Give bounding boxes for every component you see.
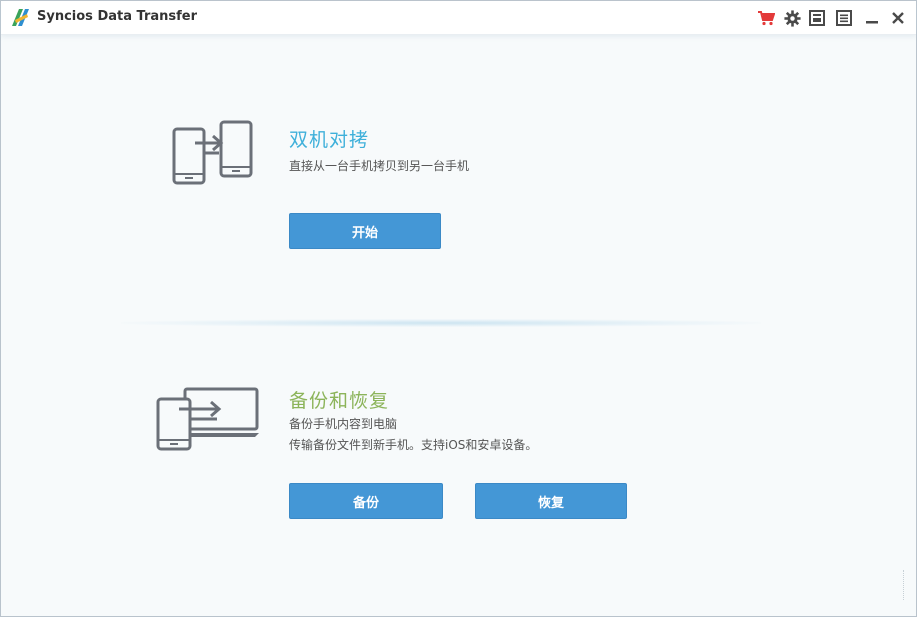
backup-description-line2: 传输备份文件到新手机。支持iOS和安卓设备。 (289, 438, 538, 452)
gear-icon[interactable] (783, 9, 801, 27)
title-bar[interactable]: Syncios Data Transfer (1, 1, 916, 35)
resize-grip[interactable] (902, 570, 904, 600)
cart-icon[interactable] (757, 9, 775, 27)
section-divider (121, 319, 761, 327)
phone-to-computer-icon (156, 387, 259, 451)
register-icon[interactable] (808, 9, 826, 27)
syncios-logo-icon (12, 9, 29, 26)
transfer-title: 双机对拷 (289, 129, 370, 151)
backup-description-line1: 备份手机内容到电脑 (289, 417, 398, 431)
app-title: Syncios Data Transfer (37, 9, 198, 24)
start-button[interactable]: 开始 (289, 213, 441, 249)
app-window: Syncios Data Transfer 双机对拷 直接从一台手机拷贝到另一台… (0, 0, 917, 617)
phone-to-phone-icon (172, 120, 253, 185)
close-icon[interactable] (889, 9, 907, 27)
restore-button[interactable]: 恢复 (475, 483, 627, 519)
minimize-icon[interactable] (863, 9, 881, 27)
backup-button[interactable]: 备份 (289, 483, 443, 519)
transfer-description: 直接从一台手机拷贝到另一台手机 (289, 159, 470, 173)
menu-icon[interactable] (835, 9, 853, 27)
backup-title: 备份和恢复 (289, 390, 390, 412)
